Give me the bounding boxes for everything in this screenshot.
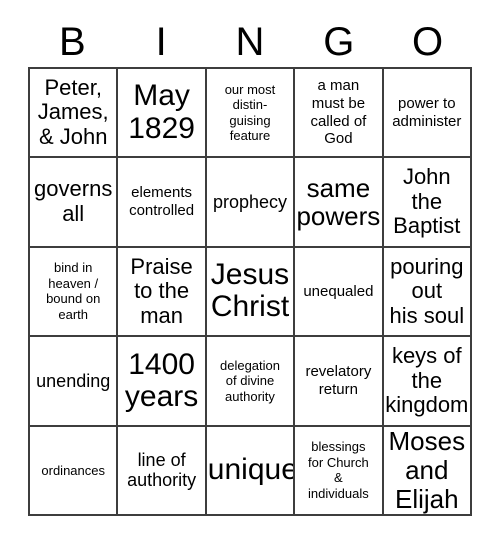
bingo-cell-text: line of authority — [127, 449, 197, 491]
bingo-cell-text: unique — [207, 453, 296, 487]
bingo-cell-text: governs all — [34, 176, 113, 227]
bingo-cell[interactable]: unique — [206, 426, 296, 516]
bingo-cell-text: May 1829 — [128, 79, 195, 145]
bingo-cell[interactable]: unequaled — [295, 247, 384, 338]
bingo-header-row: B I N G O — [28, 17, 472, 67]
bingo-header-letter-b: B — [59, 20, 86, 64]
bingo-cell[interactable]: May 1829 — [118, 69, 207, 159]
bingo-cell-text: unending — [36, 370, 111, 391]
bingo-cell[interactable]: delegation of divine authority — [206, 337, 296, 427]
bingo-cell[interactable]: 1400 years — [118, 337, 207, 427]
bingo-cell-text: revelatory return — [305, 363, 372, 398]
bingo-cell-text: ordinances — [41, 462, 105, 478]
bingo-cell[interactable]: prophecy — [206, 158, 296, 248]
bingo-cell-text: John the Baptist — [393, 164, 461, 239]
bingo-cell-text: Jesus Christ — [210, 258, 290, 324]
bingo-header-letter-i: I — [155, 20, 167, 64]
bingo-cell[interactable]: governs all — [30, 158, 119, 248]
bingo-cell-text: power to administer — [392, 95, 462, 130]
bingo-cell-text: same powers — [296, 172, 381, 232]
bingo-cell-text: unequaled — [303, 282, 374, 300]
bingo-cell[interactable]: line of authority — [118, 426, 207, 516]
bingo-cell[interactable]: Peter, James, & John — [30, 69, 119, 159]
bingo-cell[interactable]: pouring out his soul — [383, 247, 472, 338]
bingo-cell-text: a man must be called of God — [310, 77, 367, 148]
bingo-cell[interactable]: a man must be called of God — [295, 69, 384, 159]
bingo-cell-text: 1400 years — [124, 347, 199, 413]
bingo-card: B I N G O Peter, James, & John May 1829 … — [0, 0, 500, 544]
bingo-cell[interactable]: revelatory return — [295, 337, 384, 427]
bingo-header-letter-n: N — [235, 20, 265, 64]
bingo-cell[interactable]: ordinances — [30, 426, 119, 516]
bingo-header-letter-o: O — [412, 20, 444, 64]
bingo-cell[interactable]: elements controlled — [118, 158, 207, 248]
bingo-cell[interactable]: keys of the kingdom — [383, 337, 472, 427]
bingo-cell-text: blessings for Church & individuals — [308, 439, 369, 501]
bingo-cell-text: pouring out his soul — [389, 253, 465, 328]
bingo-cell-text: Praise to the man — [130, 253, 193, 328]
bingo-cell[interactable]: unending — [30, 337, 119, 427]
bingo-cell-text: Peter, James, & John — [37, 74, 109, 149]
bingo-cell-text: elements controlled — [129, 184, 195, 220]
bingo-cell-text: our most distin- guising feature — [224, 81, 276, 144]
bingo-cell[interactable]: Moses and Elijah — [383, 426, 472, 516]
bingo-cell[interactable]: blessings for Church & individuals — [295, 426, 384, 516]
bingo-cell-text: delegation of divine authority — [219, 357, 280, 404]
bingo-cell[interactable]: power to administer — [383, 69, 472, 159]
bingo-cell[interactable]: Jesus Christ — [206, 247, 296, 338]
bingo-cell[interactable]: our most distin- guising feature — [206, 69, 296, 159]
bingo-cell[interactable]: John the Baptist — [383, 158, 472, 248]
bingo-cell-text: Moses and Elijah — [388, 426, 466, 514]
bingo-cell[interactable]: bind in heaven / bound on earth — [30, 247, 119, 338]
bingo-grid: Peter, James, & John May 1829 our most d… — [28, 67, 472, 516]
bingo-cell[interactable]: Praise to the man — [118, 247, 207, 338]
bingo-cell-text: keys of the kingdom — [385, 342, 469, 418]
bingo-header-letter-g: G — [323, 20, 355, 64]
bingo-cell[interactable]: same powers — [295, 158, 384, 248]
bingo-cell-text: bind in heaven / bound on earth — [46, 260, 101, 323]
bingo-cell-text: prophecy — [212, 191, 288, 212]
